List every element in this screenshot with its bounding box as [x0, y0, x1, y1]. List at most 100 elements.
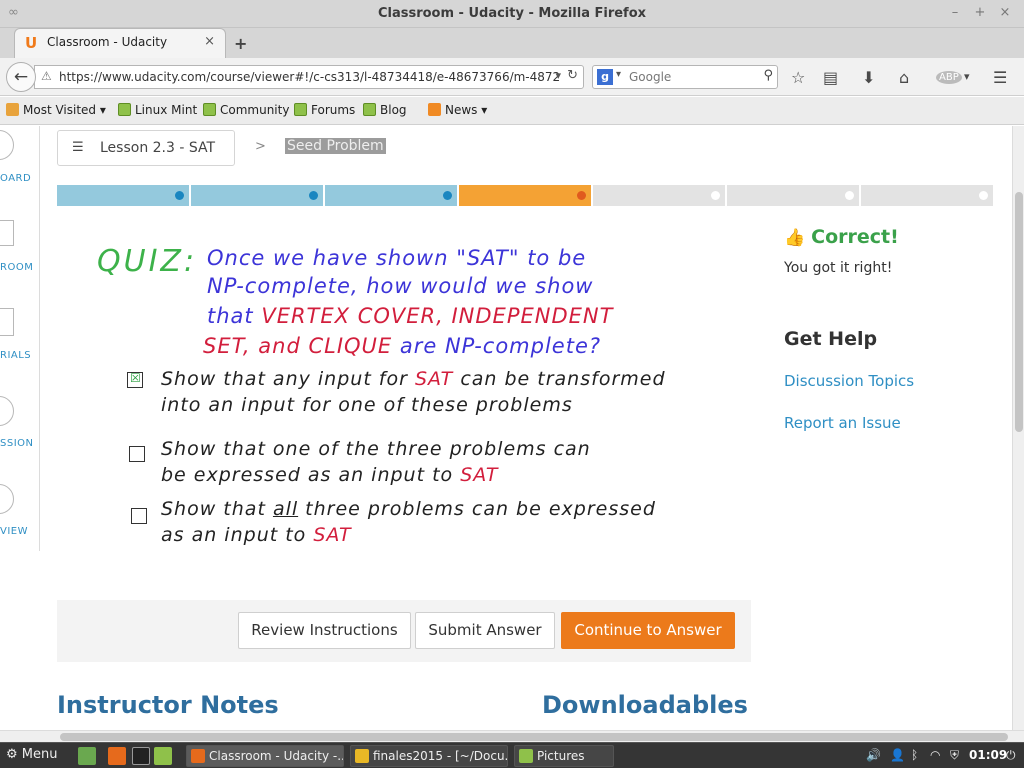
- continue-to-answer-button[interactable]: Continue to Answer: [561, 612, 735, 649]
- taskbar-item-firefox[interactable]: Classroom - Udacity -...: [186, 745, 344, 767]
- url-text[interactable]: https://www.udacity.com/course/viewer#!/…: [59, 70, 559, 84]
- search-bar[interactable]: g ▾ Google ⚲: [592, 65, 778, 89]
- horizontal-scrollbar[interactable]: [0, 730, 1024, 742]
- option-2-checkbox[interactable]: [129, 446, 145, 462]
- files-launcher-icon[interactable]: [154, 747, 172, 765]
- update-shield-icon[interactable]: ⛨: [950, 748, 959, 763]
- clock: 01:09: [969, 748, 1008, 762]
- question-line-4: SET, and CLIQUE are NP-complete?: [203, 334, 601, 358]
- power-icon[interactable]: ⏻: [1006, 748, 1016, 763]
- progress-dot-icon: [443, 191, 452, 200]
- mint-icon: [118, 103, 131, 116]
- tab-classroom[interactable]: U Classroom - Udacity ×: [14, 28, 226, 58]
- task-label: finales2015 - [~/Docu...: [373, 749, 508, 763]
- editor-icon: [355, 749, 369, 763]
- bookmark-blog[interactable]: Blog: [363, 103, 407, 117]
- option-3-checkbox[interactable]: [131, 508, 147, 524]
- option-2-line-1: Show that one of the three problems can: [161, 438, 591, 460]
- adblock-dropdown-icon[interactable]: ▾: [964, 70, 970, 83]
- scroll-thumb[interactable]: [60, 733, 1008, 741]
- bookmark-forums[interactable]: Forums: [294, 103, 355, 117]
- question-highlight: VERTEX COVER, INDEPENDENT: [261, 304, 614, 328]
- progress-segment[interactable]: [191, 185, 323, 206]
- discussion-topics-link[interactable]: Discussion Topics: [784, 372, 914, 390]
- question-text: are NP-complete?: [392, 334, 602, 358]
- folder-icon: [519, 749, 533, 763]
- vertical-scrollbar[interactable]: [1012, 126, 1024, 730]
- url-bar[interactable]: ⚠ https://www.udacity.com/course/viewer#…: [34, 65, 584, 89]
- taskbar-item-pictures[interactable]: Pictures: [514, 745, 614, 767]
- breadcrumb-separator: >: [255, 139, 266, 154]
- wifi-icon[interactable]: ◠: [930, 748, 940, 762]
- progress-segment[interactable]: [325, 185, 457, 206]
- tab-label: Classroom - Udacity: [47, 35, 168, 49]
- history-dropdown-icon[interactable]: ▾: [555, 69, 561, 82]
- correct-status: 👍 Correct!: [784, 226, 899, 248]
- bookmark-most-visited[interactable]: Most Visited ▾: [6, 103, 106, 117]
- quiz-area: QUIZ: Once we have shown "SAT" to be NP-…: [57, 220, 757, 570]
- breadcrumb-current: Seed Problem: [285, 138, 386, 154]
- quiz-title: QUIZ:: [97, 244, 198, 279]
- task-label: Pictures: [537, 749, 585, 763]
- lesson-menu-button[interactable]: ☰ Lesson 2.3 - SAT: [57, 130, 235, 166]
- progress-dot-icon: [845, 191, 854, 200]
- option-3-line-2: as an input to SAT: [161, 524, 352, 546]
- progress-segment[interactable]: [593, 185, 725, 206]
- left-rail: OARD ROOM RIALS SSION VIEW: [0, 126, 40, 551]
- report-issue-link[interactable]: Report an Issue: [784, 414, 901, 432]
- rss-icon: [428, 103, 441, 116]
- review-instructions-button[interactable]: Review Instructions: [238, 612, 411, 649]
- option-highlight: SAT: [460, 464, 499, 486]
- progress-segment[interactable]: [459, 185, 591, 206]
- bookmark-community[interactable]: Community: [203, 103, 289, 117]
- scroll-thumb[interactable]: [1015, 192, 1023, 432]
- rail-label: RIALS: [0, 350, 32, 361]
- home-icon[interactable]: ⌂: [899, 68, 909, 87]
- show-desktop-icon[interactable]: [78, 747, 96, 765]
- back-button[interactable]: ←: [6, 62, 36, 92]
- adblock-icon[interactable]: ABP: [936, 71, 962, 84]
- rail-label: OARD: [0, 173, 32, 184]
- reading-list-icon[interactable]: ▤: [823, 68, 838, 87]
- search-placeholder[interactable]: Google: [629, 70, 671, 84]
- bookmark-linux-mint[interactable]: Linux Mint: [118, 103, 197, 117]
- engine-dropdown-icon[interactable]: ▾: [616, 69, 621, 80]
- get-help-heading: Get Help: [784, 328, 878, 350]
- bookmark-star-icon[interactable]: ☆: [791, 68, 805, 87]
- volume-icon[interactable]: 🔊: [866, 748, 881, 762]
- downloadables-heading: Downloadables: [542, 691, 748, 719]
- progress-dot-icon: [711, 191, 720, 200]
- user-icon[interactable]: 👤: [890, 748, 905, 762]
- rail-label: ROOM: [0, 262, 34, 273]
- lesson-progress-bar: [57, 185, 993, 206]
- minimize-icon[interactable]: –: [946, 4, 964, 22]
- download-icon[interactable]: ⬇: [862, 68, 875, 87]
- question-line-2: NP-complete, how would we show: [207, 274, 594, 298]
- tab-close-icon[interactable]: ×: [204, 34, 215, 49]
- bookmark-label: News ▾: [445, 103, 488, 117]
- reload-icon[interactable]: ↻: [567, 68, 578, 83]
- checkmark-icon: ☒: [130, 371, 141, 385]
- bookmark-news[interactable]: News ▾: [428, 103, 487, 117]
- menu-hamburger-icon[interactable]: ☰: [993, 68, 1007, 87]
- progress-segment[interactable]: [727, 185, 859, 206]
- progress-dot-icon: [979, 191, 988, 200]
- close-window-icon[interactable]: ×: [996, 4, 1014, 22]
- submit-answer-button[interactable]: Submit Answer: [415, 612, 555, 649]
- firefox-launcher-icon[interactable]: [108, 747, 126, 765]
- taskbar-item-editor[interactable]: finales2015 - [~/Docu...: [350, 745, 508, 767]
- bluetooth-icon[interactable]: ᛒ: [911, 748, 918, 762]
- new-tab-button[interactable]: +: [234, 34, 247, 53]
- terminal-launcher-icon[interactable]: [132, 747, 150, 765]
- menu-icon: ⚙: [6, 747, 18, 762]
- option-1-checkbox[interactable]: ☒: [127, 371, 143, 388]
- search-icon[interactable]: ⚲: [763, 68, 773, 83]
- window-title: Classroom - Udacity - Mozilla Firefox: [377, 6, 647, 21]
- progress-segment[interactable]: [861, 185, 993, 206]
- google-engine-icon[interactable]: g: [597, 69, 613, 85]
- progress-segment[interactable]: [57, 185, 189, 206]
- task-label: Classroom - Udacity -...: [209, 749, 344, 763]
- start-menu-button[interactable]: ⚙ Menu: [6, 747, 58, 762]
- maximize-icon[interactable]: +: [971, 4, 989, 22]
- warning-icon[interactable]: ⚠: [41, 69, 52, 83]
